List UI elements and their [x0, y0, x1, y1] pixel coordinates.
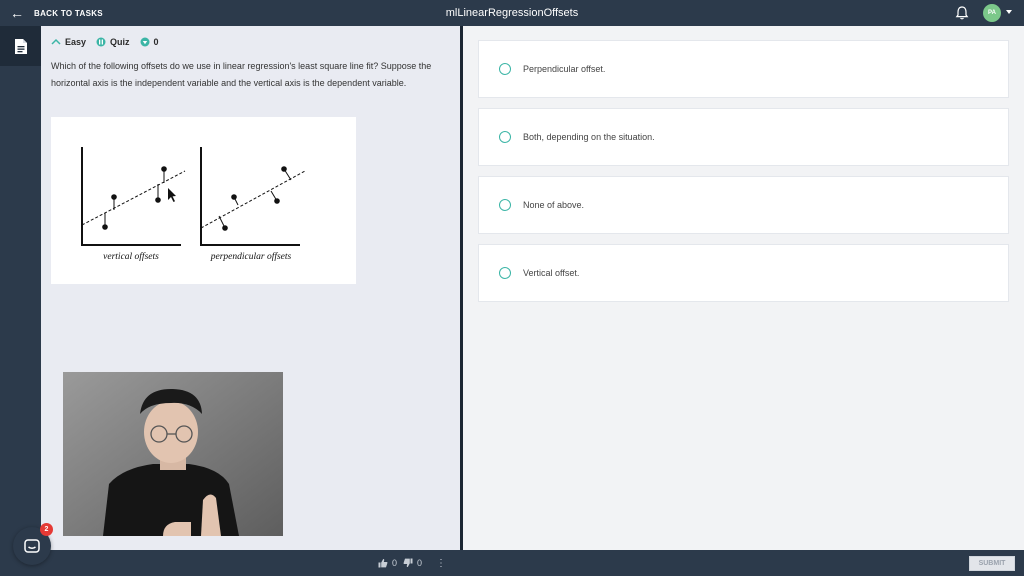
chevron-down-icon[interactable]: [1006, 10, 1012, 14]
left-rail: [0, 26, 41, 550]
page-title: mlLinearRegressionOffsets: [445, 7, 579, 19]
top-bar: ← BACK TO TASKS mlLinearRegressionOffset…: [0, 0, 1024, 26]
offsets-illustration: vertical offsets perpendicular offsets: [81, 147, 306, 262]
radio-icon[interactable]: [499, 199, 511, 211]
answer-options: Perpendicular offset. Both, depending on…: [478, 40, 1009, 312]
radio-icon[interactable]: [499, 267, 511, 279]
offsets-figure: vertical offsets perpendicular offsets: [51, 117, 356, 284]
back-to-tasks-link[interactable]: ← BACK TO TASKS: [10, 0, 103, 26]
like-button[interactable]: 0: [378, 558, 397, 568]
arrow-left-icon: ←: [10, 5, 24, 21]
cursor-icon: [168, 188, 176, 202]
type-label: Quiz: [110, 37, 130, 47]
thumbs-down-icon: [403, 558, 413, 568]
score-value: 0: [153, 37, 159, 47]
question-text: Which of the following offsets do we use…: [51, 61, 432, 88]
thumbs-up-icon: [378, 558, 388, 568]
difficulty-label: Easy: [65, 37, 87, 47]
presenter-image: [63, 372, 283, 536]
rail-item-description[interactable]: [0, 26, 41, 66]
option-perpendicular-offset[interactable]: Perpendicular offset.: [478, 40, 1009, 98]
gem-icon: [140, 37, 150, 47]
back-to-tasks-label: BACK TO TASKS: [34, 8, 103, 18]
pane-divider[interactable]: [460, 26, 463, 550]
task-meta: Easy Quiz 0: [51, 36, 159, 48]
chat-icon: [24, 539, 40, 553]
bottom-bar: 0 0 ⋮: [0, 550, 1024, 576]
vote-controls: 0 0 ⋮: [378, 550, 446, 576]
chevron-up-icon: [51, 38, 61, 45]
difficulty-tag: Easy: [51, 37, 86, 47]
type-tag: Quiz: [96, 37, 130, 47]
dislike-button[interactable]: 0: [403, 558, 422, 568]
document-icon: [14, 38, 27, 54]
option-none-of-above[interactable]: None of above.: [478, 176, 1009, 234]
left-caption: vertical offsets: [103, 251, 159, 262]
dislike-count: 0: [417, 558, 423, 568]
quiz-icon: [96, 37, 106, 47]
score-tag: 0: [140, 37, 159, 47]
chat-unread-badge: 2: [40, 523, 53, 536]
radio-icon[interactable]: [499, 63, 511, 75]
more-vertical-icon[interactable]: ⋮: [436, 558, 446, 569]
option-label: Perpendicular offset.: [523, 64, 606, 74]
like-count: 0: [392, 558, 398, 568]
radio-icon[interactable]: [499, 131, 511, 143]
question-pane: Easy Quiz 0 Which of the following offse…: [41, 26, 460, 550]
avatar[interactable]: PA: [983, 4, 1001, 22]
option-vertical-offset[interactable]: Vertical offset.: [478, 244, 1009, 302]
bell-icon[interactable]: [954, 5, 970, 21]
right-caption: perpendicular offsets: [210, 251, 292, 262]
option-label: Vertical offset.: [523, 268, 580, 278]
option-label: None of above.: [523, 200, 585, 210]
submit-button[interactable]: SUBMIT: [969, 556, 1015, 571]
option-label: Both, depending on the situation.: [523, 132, 655, 142]
webcam-video: [63, 372, 283, 536]
option-both[interactable]: Both, depending on the situation.: [478, 108, 1009, 166]
